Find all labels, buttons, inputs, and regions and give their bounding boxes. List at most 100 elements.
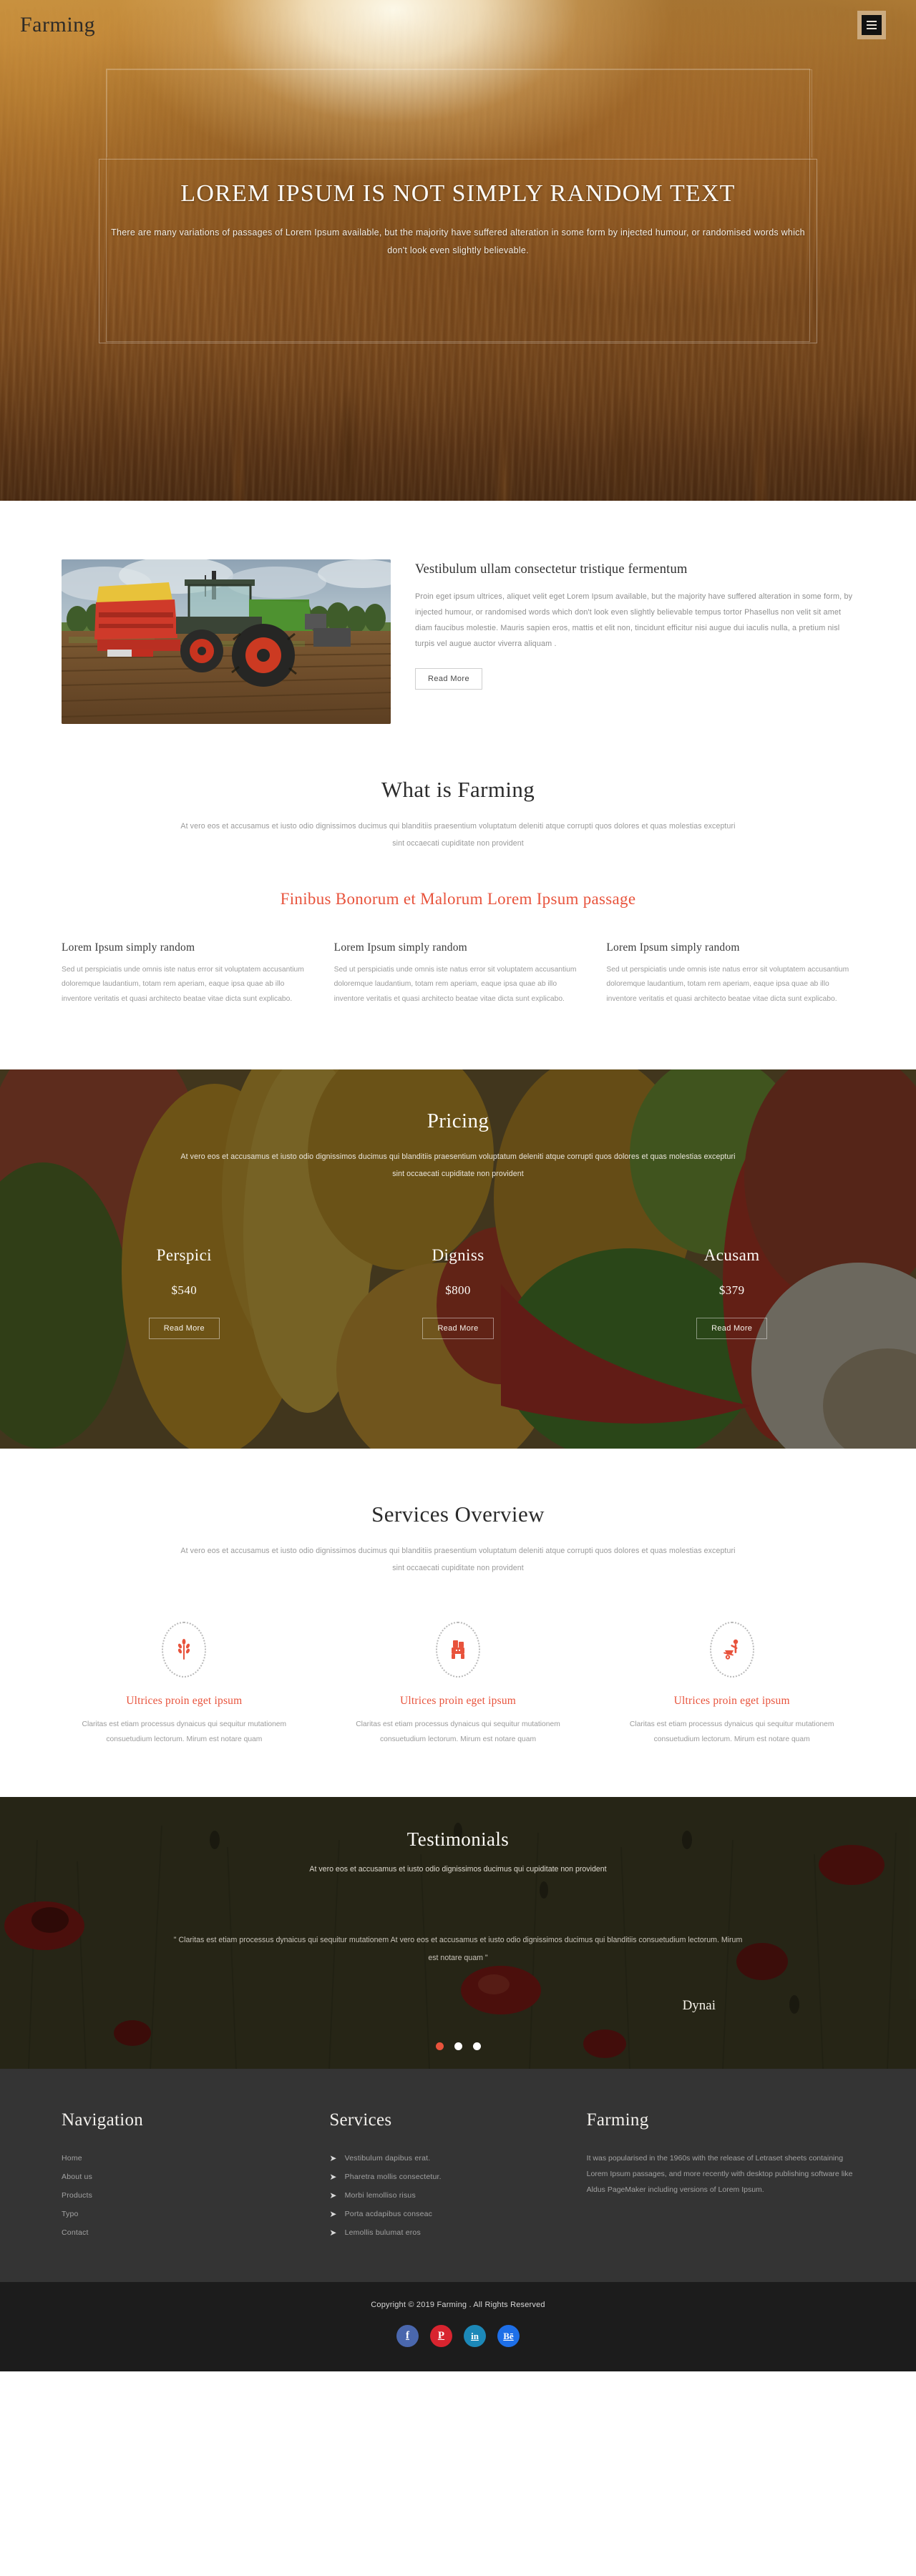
- testimonials-section: Testimonials At vero eos et accusamus et…: [0, 1797, 916, 2070]
- footer-services-column: Services ➤ Vestibulum dapibus erat. ➤ Phar…: [329, 2110, 586, 2242]
- service-item: Ultrices proin eget ipsum Claritas est e…: [47, 1622, 321, 1747]
- behance-icon[interactable]: Bē: [497, 2325, 520, 2348]
- plan-price: $800: [445, 1283, 471, 1298]
- services-section: Services Overview At vero eos et accusam…: [0, 1449, 916, 1798]
- intro-read-more-button[interactable]: Read More: [415, 667, 483, 690]
- arrow-right-icon: ➤: [329, 2228, 337, 2238]
- footer-link-typo[interactable]: Typo: [62, 2205, 329, 2223]
- feature-column: Lorem Ipsum simply random Sed ut perspic…: [606, 941, 854, 1007]
- arrow-right-icon: ➤: [329, 2172, 337, 2183]
- pricing-subtitle: At vero eos et accusamus et iusto odio d…: [180, 1152, 736, 1179]
- feature-column-title: Lorem Ipsum simply random: [606, 941, 740, 954]
- footer-navigation-title: Navigation: [62, 2110, 144, 2130]
- service-text: Claritas est etiam processus dynaicus qu…: [356, 1720, 560, 1743]
- tractor-image: [62, 559, 391, 724]
- what-is-farming-section: What is Farming At vero eos et accusamus…: [0, 724, 916, 1070]
- pricing-content: Pricing At vero eos et accusamus et iust…: [0, 1069, 916, 1340]
- footer-service-item[interactable]: ➤ Pharetra mollis consectetur.: [329, 2168, 586, 2186]
- copyright-text: Copyright © 2019 Farming . All Rights Re…: [371, 2301, 545, 2310]
- plan-name: Digniss: [432, 1246, 484, 1265]
- footer-service-item[interactable]: ➤ Vestibulum dapibus erat.: [329, 2149, 586, 2168]
- plan-name: Acusam: [703, 1246, 760, 1265]
- footer-link-products[interactable]: Products: [62, 2186, 329, 2205]
- feature-column: Lorem Ipsum simply random Sed ut perspic…: [334, 941, 583, 1007]
- services-subtitle: At vero eos et accusamus et iusto odio d…: [180, 1547, 736, 1573]
- footer-about-title: Farming: [586, 2110, 649, 2130]
- pricing-plan: Perspici $540 Read More: [47, 1246, 321, 1340]
- footer-navigation-column: Navigation Home About us Products Typo C…: [62, 2110, 329, 2242]
- service-title: Ultrices proin eget ipsum: [126, 1695, 243, 1708]
- pinterest-icon[interactable]: P: [430, 2325, 452, 2348]
- wheelbarrow-icon: [709, 1622, 754, 1678]
- pricing-plans: Perspici $540 Read More Digniss $800 Rea…: [0, 1246, 916, 1340]
- testimonials-lead: At vero eos et accusamus et iusto odio d…: [309, 1865, 607, 1874]
- footer-link-home[interactable]: Home: [62, 2149, 329, 2168]
- feature-column-title: Lorem Ipsum simply random: [62, 941, 195, 954]
- testimonials-content: Testimonials At vero eos et accusamus et…: [0, 1797, 916, 2051]
- plan-price: $379: [718, 1283, 745, 1298]
- plan-read-more-button[interactable]: Read More: [422, 1318, 494, 1340]
- intro-title: Vestibulum ullam consectetur tristique f…: [415, 562, 688, 577]
- hero-content: LOREM IPSUM IS NOT SIMPLY RANDOM TEXT Th…: [106, 180, 810, 322]
- footer-nav-links: Home About us Products Typo Contact: [62, 2149, 329, 2242]
- tractor-glyph: [452, 1640, 464, 1660]
- footer-service-label: Pharetra mollis consectetur.: [344, 2173, 442, 2182]
- arrow-right-icon: ➤: [329, 2209, 337, 2220]
- plan-price: $540: [171, 1283, 198, 1298]
- arrow-right-icon: ➤: [329, 2190, 337, 2201]
- wheat-glyph: [178, 1639, 190, 1660]
- services-title: Services Overview: [371, 1502, 545, 1527]
- footer-link-contact[interactable]: Contact: [62, 2223, 329, 2242]
- pricing-plan: Acusam $379 Read More: [595, 1246, 869, 1340]
- footer-link-about-us[interactable]: About us: [62, 2168, 329, 2186]
- footer-service-item[interactable]: ➤ Porta acdapibus conseac: [329, 2205, 586, 2223]
- footer-services-title: Services: [329, 2110, 392, 2130]
- carousel-dots: [0, 2042, 916, 2051]
- hamburger-bar: [867, 28, 877, 29]
- tractor-icon: [436, 1622, 480, 1678]
- pricing-section: Pricing At vero eos et accusamus et iust…: [0, 1069, 916, 1449]
- footer-services-list: ➤ Vestibulum dapibus erat. ➤ Pharetra moll…: [329, 2149, 586, 2242]
- wheat-icon: [162, 1622, 207, 1678]
- footer-service-label: Morbi lemolliso risus: [344, 2191, 416, 2200]
- feature-column-text: Sed ut perspiciatis unde omnis iste natu…: [606, 965, 849, 1003]
- feature-column-title: Lorem Ipsum simply random: [333, 941, 467, 954]
- footer-about-column: Farming It was popularised in the 1960s …: [587, 2110, 854, 2242]
- footer-section: Navigation Home About us Products Typo C…: [0, 2069, 916, 2283]
- service-title: Ultrices proin eget ipsum: [673, 1695, 790, 1708]
- feature-column-text: Sed ut perspiciatis unde omnis iste natu…: [333, 965, 577, 1003]
- site-logo[interactable]: Farming: [20, 13, 95, 37]
- feature-columns: Lorem Ipsum simply random Sed ut perspic…: [0, 909, 916, 1070]
- plan-name: Perspici: [156, 1246, 212, 1265]
- footer-service-item[interactable]: ➤ Lemollis bulumat eros: [329, 2223, 586, 2242]
- plan-read-more-button[interactable]: Read More: [148, 1318, 220, 1340]
- footer-service-label: Vestibulum dapibus erat.: [344, 2154, 431, 2163]
- footer-service-label: Porta acdapibus conseac: [344, 2210, 433, 2219]
- hamburger-icon[interactable]: [857, 11, 886, 39]
- what-is-farming-accent-title: Finibus Bonorum et Malorum Lorem Ipsum p…: [280, 889, 636, 908]
- services-list: Ultrices proin eget ipsum Claritas est e…: [0, 1577, 916, 1747]
- what-is-farming-title: What is Farming: [381, 777, 535, 802]
- arrow-right-icon: ➤: [329, 2153, 337, 2164]
- intro-section: Vestibulum ullam consectetur tristique f…: [0, 501, 916, 724]
- footer-service-item[interactable]: ➤ Morbi lemolliso risus: [329, 2186, 586, 2205]
- service-text: Claritas est etiam processus dynaicus qu…: [82, 1720, 287, 1743]
- testimonial-quote: " Claritas est etiam processus dynaicus …: [173, 1936, 743, 1962]
- plan-read-more-button[interactable]: Read More: [696, 1318, 768, 1340]
- hero-section: Farming LOREM IPSUM IS NOT SIMPLY RANDOM…: [0, 0, 916, 501]
- service-text: Claritas est etiam processus dynaicus qu…: [629, 1720, 834, 1743]
- testimonials-title: Testimonials: [406, 1828, 510, 1851]
- service-item: Ultrices proin eget ipsum Claritas est e…: [595, 1622, 869, 1747]
- feature-column: Lorem Ipsum simply random Sed ut perspic…: [62, 941, 310, 1007]
- carousel-dot-1[interactable]: [435, 2042, 444, 2051]
- intro-text-block: Vestibulum ullam consectetur tristique f…: [415, 559, 854, 690]
- carousel-dot-2[interactable]: [454, 2042, 462, 2051]
- hamburger-bar: [867, 21, 877, 22]
- footer-about-text: It was popularised in the 1960s with the…: [586, 2154, 853, 2195]
- copyright-bar: Copyright © 2019 Farming . All Rights Re…: [0, 2282, 916, 2372]
- social-links: f P in Bē: [0, 2325, 916, 2348]
- facebook-icon[interactable]: f: [396, 2325, 419, 2348]
- linkedin-icon[interactable]: in: [464, 2325, 486, 2348]
- carousel-dot-3[interactable]: [472, 2042, 481, 2051]
- what-is-farming-subtitle: At vero eos et accusamus et iusto odio d…: [180, 822, 736, 848]
